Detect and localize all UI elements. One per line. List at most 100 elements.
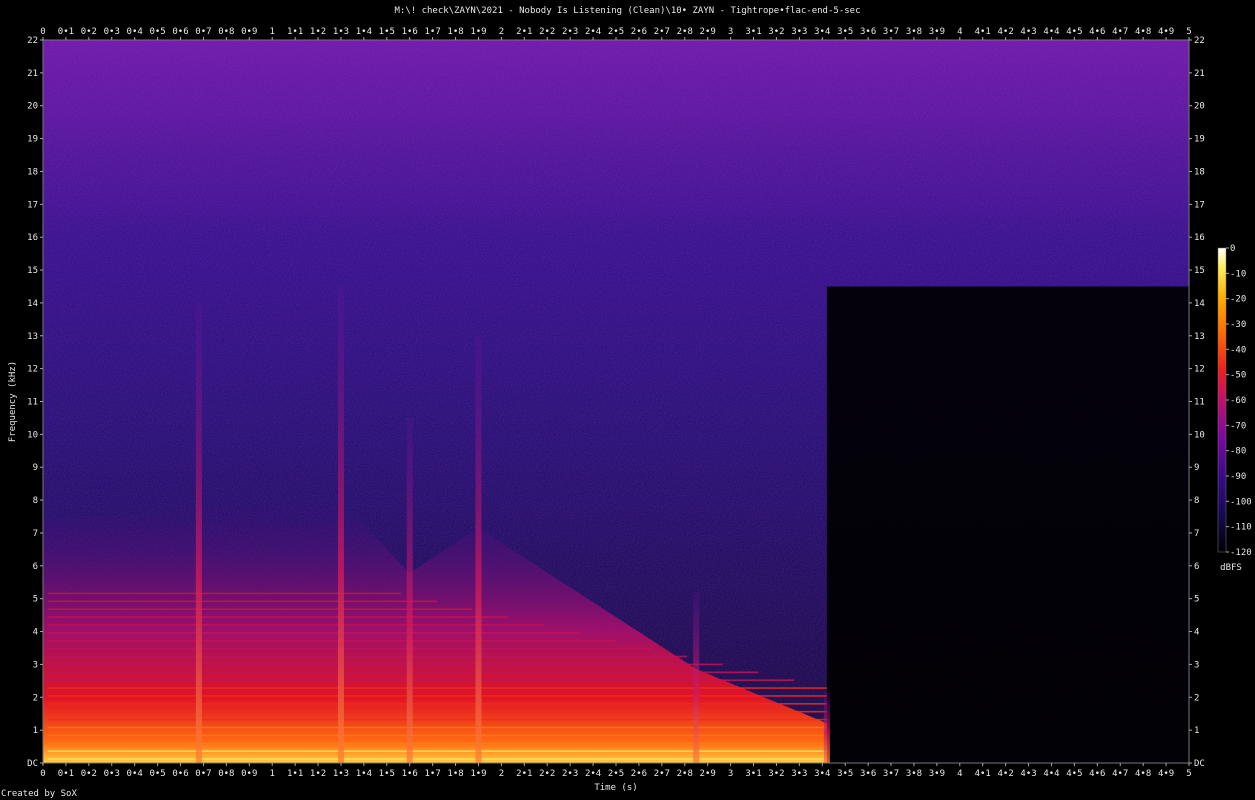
x-tick-label-top: 0•9 bbox=[241, 27, 257, 37]
x-tick-label-top: 2•8 bbox=[677, 27, 693, 37]
x-tick-label-top: 2•9 bbox=[700, 27, 716, 37]
x-tick-label-top: 0•2 bbox=[81, 27, 97, 37]
x-tick-label-bottom: 1•1 bbox=[287, 769, 303, 779]
y-tick-label-left: 20 bbox=[27, 102, 38, 112]
x-tick-label-top: 2•1 bbox=[516, 27, 532, 37]
x-tick-label-bottom: 3•7 bbox=[883, 769, 899, 779]
y-tick-label-right: 10 bbox=[1194, 430, 1205, 440]
y-tick-label-left: 14 bbox=[27, 299, 38, 309]
x-tick-label-bottom: 3•2 bbox=[768, 769, 784, 779]
x-tick-label-top: 4•8 bbox=[1135, 27, 1151, 37]
y-tick-label-right: 6 bbox=[1194, 562, 1199, 572]
x-tick-label-bottom: 1 bbox=[269, 769, 274, 779]
x-tick-label-top: 4•2 bbox=[998, 27, 1014, 37]
x-tick-label-bottom: 3•9 bbox=[929, 769, 945, 779]
y-tick-label-right: 20 bbox=[1194, 102, 1205, 112]
y-tick-label-right: 8 bbox=[1194, 496, 1199, 506]
y-tick-label-right: 16 bbox=[1194, 233, 1205, 243]
x-tick-label-top: 2•5 bbox=[608, 27, 624, 37]
x-tick-label-top: 0•8 bbox=[218, 27, 234, 37]
x-tick-label-top: 4•1 bbox=[975, 27, 991, 37]
y-tick-label-right: 22 bbox=[1194, 36, 1205, 46]
colorbar-tick-label: -110 bbox=[1230, 523, 1252, 533]
spectrogram-chart: 0 0 0•1 0•1 0•2 0•2 0•3 0•3 0•4 0•4 0•5 0•5 0•6 0•6 0•… bbox=[8, 27, 1252, 793]
x-tick-label-bottom: 4•3 bbox=[1020, 769, 1036, 779]
y-axis-label: Frequency (kHz) bbox=[8, 361, 18, 442]
y-tick-label-left: 13 bbox=[27, 332, 38, 342]
x-tick-label-top: 0•6 bbox=[172, 27, 188, 37]
x-tick-label-bottom: 2 bbox=[499, 769, 504, 779]
colorbar-tick-label: -60 bbox=[1230, 396, 1246, 406]
y-tick-label-left: 22 bbox=[27, 36, 38, 46]
transient-streak bbox=[337, 286, 344, 763]
x-tick-label-bottom: 3•5 bbox=[837, 769, 853, 779]
x-tick-label-top: 1•4 bbox=[356, 27, 372, 37]
x-tick-label-top: 0•3 bbox=[104, 27, 120, 37]
y-tick-label-right: 5 bbox=[1194, 595, 1199, 605]
x-tick-label-top: 0•5 bbox=[149, 27, 165, 37]
y-tick-label-right: 14 bbox=[1194, 299, 1205, 309]
y-tick-label-left: 2 bbox=[33, 693, 38, 703]
x-tick-label-bottom: 1•7 bbox=[425, 769, 441, 779]
colorbar-tick-label: -80 bbox=[1230, 447, 1246, 457]
x-tick-label-bottom: 5 bbox=[1186, 769, 1191, 779]
y-tick-label-left: 5 bbox=[33, 595, 38, 605]
x-tick-label-top: 5 bbox=[1186, 27, 1191, 37]
colorbar-tick-label: -100 bbox=[1230, 497, 1252, 507]
x-tick-label-top: 2•3 bbox=[562, 27, 578, 37]
transient-streak bbox=[195, 302, 202, 763]
x-tick-label-top: 1•6 bbox=[402, 27, 418, 37]
transient-streak bbox=[475, 335, 482, 763]
x-tick-label-bottom: 4 bbox=[957, 769, 962, 779]
x-tick-label-bottom: 3•6 bbox=[860, 769, 876, 779]
y-tick-label-left: 10 bbox=[27, 430, 38, 440]
y-tick-label-left: 17 bbox=[27, 200, 38, 210]
x-axis-label: Time (s) bbox=[594, 783, 637, 793]
x-tick-label-bottom: 2•9 bbox=[700, 769, 716, 779]
colorbar-tick-label: -20 bbox=[1230, 295, 1246, 305]
colorbar-ticks: 0 -10 -20 -30 -40 -50 -60 -70 -80 -90 -100 -110 -120 bbox=[1226, 244, 1252, 558]
x-tick-label-bottom: 4•8 bbox=[1135, 769, 1151, 779]
y-tick-label-left: 1 bbox=[33, 726, 38, 736]
x-tick-label-bottom: 3•4 bbox=[814, 769, 830, 779]
x-tick-label-top: 0•4 bbox=[127, 27, 143, 37]
x-tick-label-top: 3•8 bbox=[906, 27, 922, 37]
y-tick-label-right: 18 bbox=[1194, 167, 1205, 177]
y-tick-label-left: 12 bbox=[27, 365, 38, 375]
x-tick-label-bottom: 3•8 bbox=[906, 769, 922, 779]
x-tick-label-top: 4•7 bbox=[1112, 27, 1128, 37]
x-tick-label-top: 2•6 bbox=[631, 27, 647, 37]
y-tick-label-right: 12 bbox=[1194, 365, 1205, 375]
credit-text: Created by SoX bbox=[1, 789, 77, 799]
colorbar-tick-label: -90 bbox=[1230, 472, 1246, 482]
x-tick-label-bottom: 0•1 bbox=[58, 769, 74, 779]
x-tick-label-bottom: 1•9 bbox=[470, 769, 486, 779]
x-tick-label-bottom: 4•5 bbox=[1066, 769, 1082, 779]
x-tick-label-bottom: 1•3 bbox=[333, 769, 349, 779]
x-tick-label-top: 3•9 bbox=[929, 27, 945, 37]
x-tick-label-top: 4•3 bbox=[1020, 27, 1036, 37]
x-tick-label-top: 1•1 bbox=[287, 27, 303, 37]
transient-streak bbox=[693, 592, 700, 763]
x-tick-label-top: 1 bbox=[269, 27, 274, 37]
y-tick-label-right: 3 bbox=[1194, 660, 1199, 670]
x-tick-label-top: 0•1 bbox=[58, 27, 74, 37]
x-tick-label-bottom: 2•4 bbox=[585, 769, 601, 779]
y-tick-label-left: 8 bbox=[33, 496, 38, 506]
y-tick-label-right: 2 bbox=[1194, 693, 1199, 703]
x-tick-label-bottom: 3 bbox=[728, 769, 733, 779]
x-tick-label-bottom: 2•3 bbox=[562, 769, 578, 779]
x-tick-label-top: 3•3 bbox=[791, 27, 807, 37]
transient-streak bbox=[823, 690, 830, 763]
y-tick-label-left: 6 bbox=[33, 562, 38, 572]
silent-region bbox=[826, 286, 1189, 763]
x-tick-label-top: 1•5 bbox=[379, 27, 395, 37]
x-tick-label-bottom: 2•1 bbox=[516, 769, 532, 779]
x-tick-label-bottom: 2•6 bbox=[631, 769, 647, 779]
colorbar-label: dBFS bbox=[1220, 563, 1242, 573]
x-tick-label-top: 3•2 bbox=[768, 27, 784, 37]
x-tick-label-bottom: 4•6 bbox=[1089, 769, 1105, 779]
y-tick-label-right: 4 bbox=[1194, 628, 1199, 638]
x-tick-label-bottom: 0•8 bbox=[218, 769, 234, 779]
x-tick-label-bottom: 0•2 bbox=[81, 769, 97, 779]
